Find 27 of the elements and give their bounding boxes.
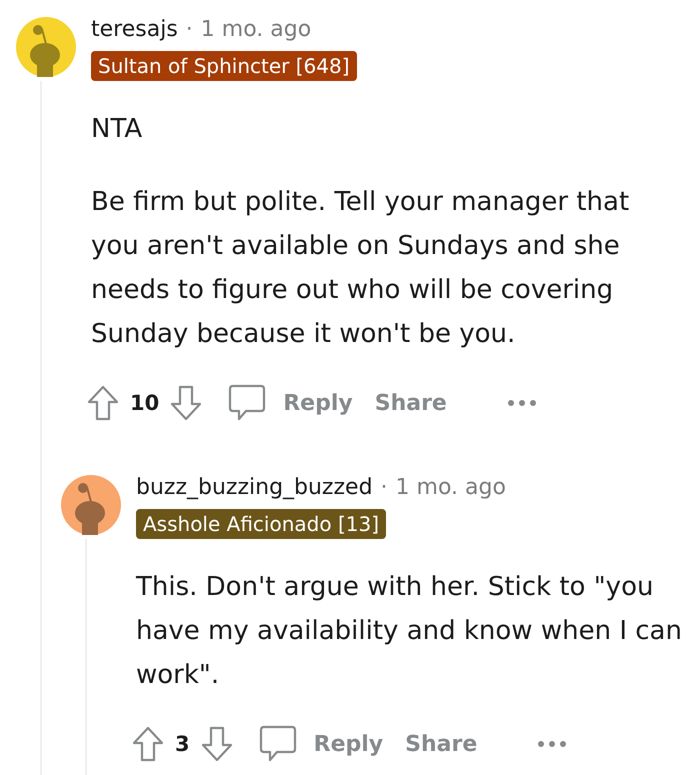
action-link[interactable]: Reply [277, 386, 359, 420]
comment-text: NTA [91, 113, 144, 146]
timestamp: 1 mo. ago [396, 475, 506, 500]
more-icon[interactable] [537, 739, 568, 749]
username[interactable]: teresajs [91, 17, 178, 42]
avatar[interactable] [61, 475, 121, 535]
username[interactable]: buzz_buzzing_buzzed [136, 475, 373, 500]
comment-icon[interactable] [258, 724, 298, 764]
upvote-icon[interactable] [86, 384, 120, 422]
vote-count: 3 [175, 732, 190, 756]
action-link[interactable]: Share [368, 386, 453, 420]
comment-text: Be firm but polite. Tell your manager that you aren't available on Sundays and she needs to figure out who will be covering Sunday because it won't be you. [91, 186, 630, 351]
comment-text: This. Don't argue with her. Stick to "you have my availability and know when I can work". [136, 571, 682, 692]
timestamp: 1 mo. ago [200, 17, 312, 42]
downvote-icon[interactable] [200, 725, 234, 763]
avatar[interactable] [16, 17, 76, 77]
comment-icon[interactable] [227, 383, 268, 423]
action-link[interactable]: Reply [308, 728, 390, 760]
separator-dot: · [186, 17, 193, 42]
vote-count: 10 [130, 391, 160, 415]
separator-dot: · [380, 475, 388, 500]
user-flair: Sultan of Sphincter [648] [91, 51, 356, 81]
downvote-icon[interactable] [169, 384, 204, 422]
user-flair: Asshole Aficionado [13] [136, 509, 386, 539]
action-link[interactable]: Share [399, 728, 484, 760]
upvote-icon[interactable] [131, 725, 165, 763]
more-icon[interactable] [506, 398, 537, 408]
